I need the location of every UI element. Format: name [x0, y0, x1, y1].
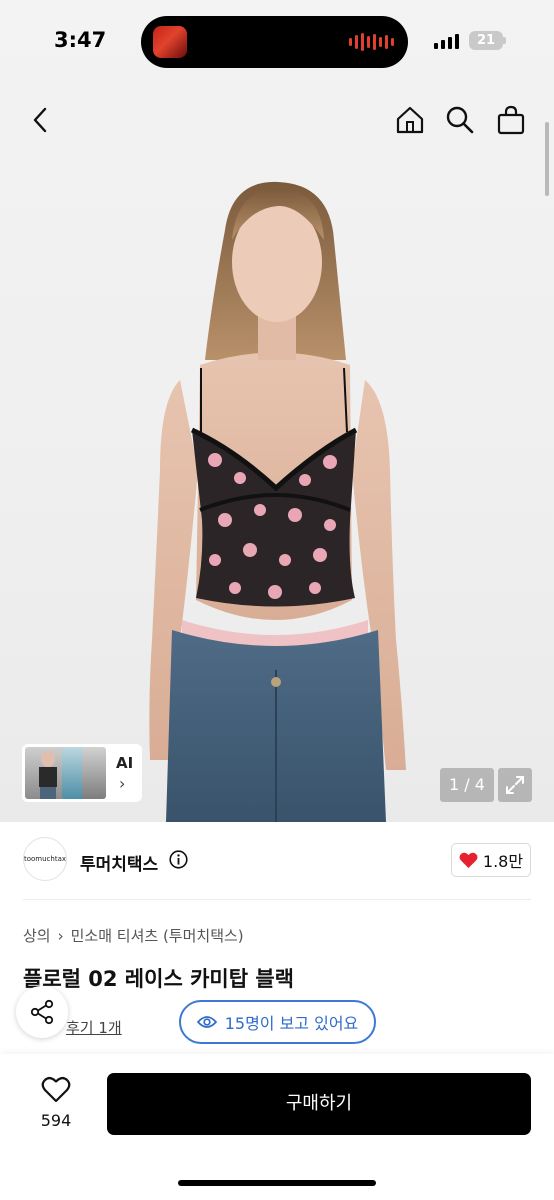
ai-look-thumbnails[interactable]: AI ›: [22, 744, 142, 802]
expand-icon[interactable]: [498, 768, 532, 802]
top-navigation: [0, 98, 554, 142]
product-title: 플로럴 02 레이스 카미탑 블랙: [23, 967, 294, 991]
store-like-button[interactable]: 1.8만: [451, 843, 531, 877]
info-icon[interactable]: [169, 850, 188, 869]
store-like-count: 1.8만: [482, 852, 524, 871]
seller-row[interactable]: toomuchtax 투머치택스 1.8만: [0, 822, 554, 900]
seller-logo[interactable]: toomuchtax: [23, 837, 67, 881]
heart-outline-icon: [41, 1077, 71, 1103]
chevron-right-icon: ›: [57, 926, 64, 945]
wishlist-count: 594: [40, 1111, 72, 1130]
album-art: [153, 26, 187, 58]
viewers-badge: 15명이 보고 있어요: [179, 1000, 376, 1044]
back-icon[interactable]: [22, 102, 58, 138]
page-scrollbar[interactable]: [545, 122, 549, 196]
shopping-bag-icon[interactable]: [493, 102, 529, 138]
dynamic-island: [141, 16, 408, 68]
wishlist-button[interactable]: 594: [26, 1074, 86, 1138]
chevron-right-icon: ›: [119, 774, 126, 793]
status-time: 3:47: [54, 28, 107, 52]
status-bar: 3:47 21: [0, 0, 554, 80]
image-page-indicator: 1 / 4: [440, 768, 494, 802]
ai-label: AI: [116, 754, 134, 772]
home-indicator[interactable]: [178, 1180, 376, 1186]
seller-name[interactable]: 투머치택스: [80, 850, 158, 875]
share-icon[interactable]: [16, 986, 68, 1038]
audio-wave-icon: [349, 33, 394, 51]
eye-icon: [196, 1016, 217, 1028]
review-link[interactable]: 후기 1개: [66, 1017, 122, 1038]
battery-icon: 21: [469, 31, 503, 50]
heart-icon: [459, 852, 478, 868]
breadcrumb-subcategory[interactable]: 민소매 티셔츠 (투머치택스): [71, 925, 244, 946]
buy-button[interactable]: 구매하기: [107, 1073, 531, 1135]
home-icon[interactable]: [392, 102, 428, 138]
thumbnail-3: [82, 747, 106, 799]
cellular-signal-icon: [434, 34, 459, 49]
bottom-action-bar: 594 구매하기: [0, 1054, 554, 1200]
breadcrumb-category[interactable]: 상의: [23, 925, 51, 946]
viewers-text: 15명이 보고 있어요: [224, 1014, 359, 1033]
product-image[interactable]: AI › 1 / 4: [0, 0, 554, 822]
search-icon[interactable]: [442, 102, 478, 138]
divider: [23, 899, 531, 900]
breadcrumb: 상의 › 민소매 티셔츠 (투머치택스): [23, 925, 244, 946]
